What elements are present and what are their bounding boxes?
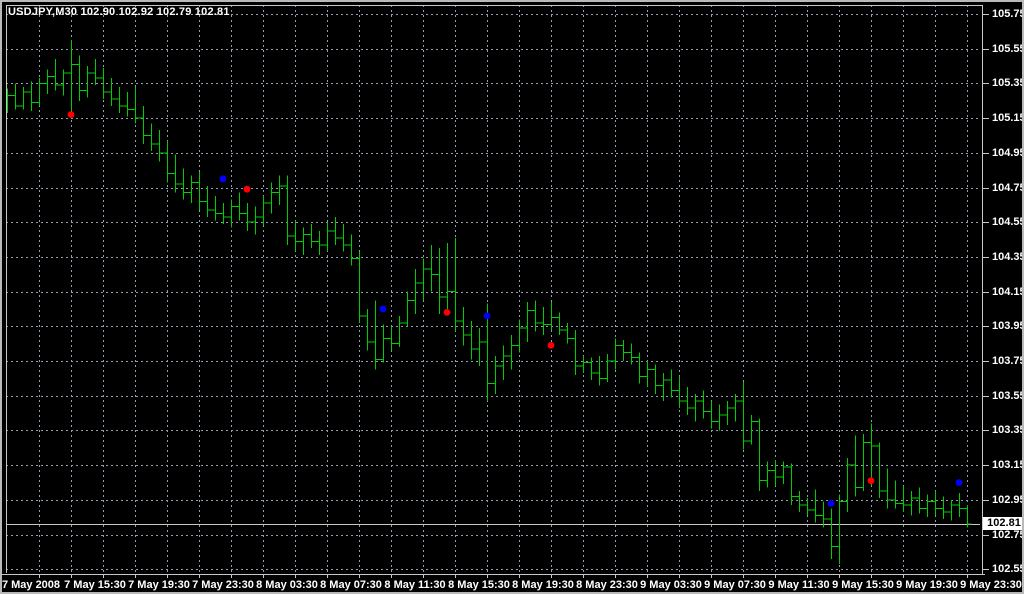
- price-chart-canvas[interactable]: [2, 2, 1024, 594]
- chart-window: USDJPY,M30 102.90 102.92 102.79 102.81 1…: [0, 0, 1024, 594]
- price-axis-label: 103.15: [992, 459, 1024, 471]
- chart-frame: [2, 5, 989, 578]
- red-signal-dot: [868, 477, 875, 484]
- price-axis-label: 102.75: [992, 529, 1024, 541]
- signal-dots: [68, 111, 963, 507]
- plot-area[interactable]: [4, 5, 981, 573]
- price-axis-label: 105.55: [992, 43, 1024, 55]
- price-axis-label: 104.35: [992, 251, 1024, 263]
- red-signal-dot: [444, 309, 451, 316]
- price-axis-label: 103.55: [992, 390, 1024, 402]
- price-axis-label: 105.15: [992, 112, 1024, 124]
- red-signal-dot: [68, 111, 75, 118]
- price-axis-label: 104.55: [992, 216, 1024, 228]
- price-axis-label: 104.75: [992, 182, 1024, 194]
- chart-title: USDJPY,M30 102.90 102.92 102.79 102.81: [8, 6, 230, 18]
- blue-signal-dot: [484, 313, 491, 320]
- price-axis-label: 102.55: [992, 563, 1024, 575]
- blue-signal-dot: [380, 306, 387, 313]
- blue-signal-dot: [828, 500, 835, 507]
- blue-signal-dot: [220, 175, 227, 182]
- price-axis-label: 104.15: [992, 286, 1024, 298]
- blue-signal-dot: [956, 479, 963, 486]
- price-axis-label: 105.35: [992, 77, 1024, 89]
- grid-lines: [6, 5, 980, 573]
- time-axis-label: 9 May 23:30: [949, 579, 1024, 591]
- price-axis-label: 103.35: [992, 424, 1024, 436]
- red-signal-dot: [244, 186, 251, 193]
- current-price-flag: 102.81: [983, 517, 1024, 530]
- price-axis-label: 105.75: [992, 8, 1024, 20]
- red-signal-dot: [548, 342, 555, 349]
- price-axis-label: 103.75: [992, 355, 1024, 367]
- price-axis-label: 104.95: [992, 147, 1024, 159]
- current-price-value: 102.81: [987, 517, 1021, 529]
- price-axis-label: 102.95: [992, 494, 1024, 506]
- price-axis-label: 103.95: [992, 320, 1024, 332]
